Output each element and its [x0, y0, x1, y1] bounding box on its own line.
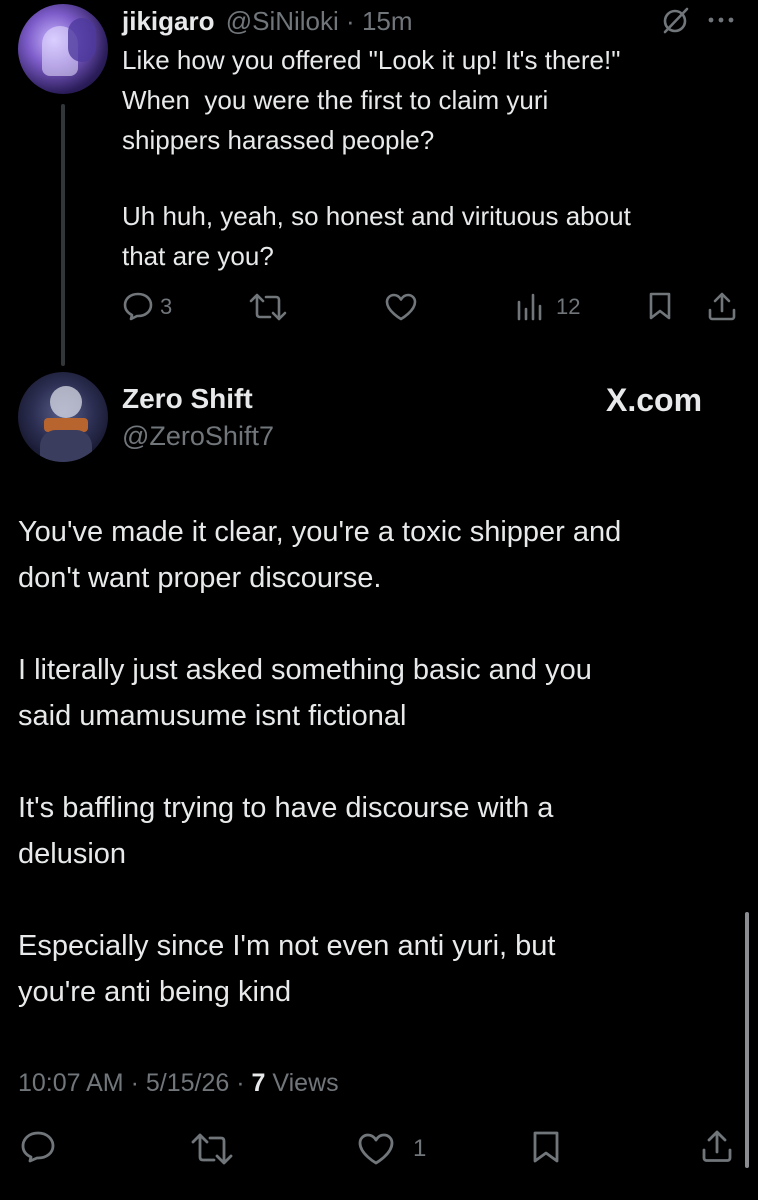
views-icon[interactable] — [515, 292, 545, 322]
meta-separator: · — [236, 1069, 245, 1097]
reply-header: jikigaro @SiNiloki · 15m — [122, 3, 413, 39]
meta-separator: · — [130, 1069, 139, 1097]
reply-icon[interactable] — [122, 291, 154, 321]
grok-icon[interactable] — [660, 6, 690, 36]
more-icon[interactable] — [708, 16, 734, 24]
views-label: Views — [272, 1069, 339, 1097]
reply-text-line: Uh huh, yeah, so honest and virituous ab… — [122, 201, 631, 231]
tweet-date[interactable]: 5/15/26 — [146, 1069, 229, 1097]
tweet-body-line: You've made it clear, you're a toxic shi… — [18, 516, 622, 548]
views-count: 7 — [251, 1069, 266, 1097]
share-icon[interactable] — [706, 290, 738, 322]
tweet-body-line: delusion — [18, 838, 127, 870]
views-count: 12 — [556, 294, 581, 319]
bookmark-icon[interactable] — [532, 1130, 560, 1164]
separator: · — [346, 6, 355, 36]
timestamp[interactable]: 15m — [362, 6, 413, 36]
like-icon[interactable] — [384, 292, 418, 322]
repost-icon[interactable] — [190, 1132, 234, 1166]
bookmark-icon[interactable] — [648, 291, 672, 321]
share-icon[interactable] — [700, 1128, 734, 1164]
reply-text-line: shippers harassed people? — [122, 125, 435, 155]
display-name[interactable]: jikigaro — [122, 6, 214, 36]
tweet-body-line: said umamusume isnt fictional — [18, 700, 407, 732]
reply-text-line: When you were the first to claim yuri — [122, 85, 549, 115]
reply-text-line: that are you? — [122, 241, 274, 271]
repost-icon[interactable] — [248, 292, 288, 322]
tweet-body-line: you're anti being kind — [18, 976, 292, 1008]
tweet-body-line: It's baffling trying to have discourse w… — [18, 792, 554, 824]
tweet-body-line: Especially since I'm not even anti yuri,… — [18, 930, 556, 962]
avatar-zeroshift[interactable] — [18, 372, 108, 462]
tweet-body-line: don't want proper discourse. — [18, 562, 382, 594]
author-name[interactable]: Zero Shift — [122, 381, 253, 417]
like-count: 1 — [413, 1135, 427, 1162]
handle[interactable]: @SiNiloki — [226, 6, 339, 36]
like-icon[interactable] — [357, 1132, 395, 1166]
thread-line — [61, 104, 65, 366]
reply-count: 3 — [160, 294, 173, 319]
tweet-body-line: I literally just asked something basic a… — [18, 654, 592, 686]
reply-text-line: Like how you offered "Look it up! It's t… — [122, 45, 621, 75]
avatar-jikigaro[interactable] — [18, 4, 108, 94]
scrollbar[interactable] — [745, 912, 749, 1168]
tweet-meta: 10:07 AM · 5/15/26 · 7 Views — [18, 1065, 339, 1101]
xcom-badge: X.com — [606, 382, 703, 418]
author-handle[interactable]: @ZeroShift7 — [122, 418, 274, 454]
reply-icon[interactable] — [20, 1130, 56, 1164]
tweet-time[interactable]: 10:07 AM — [18, 1069, 124, 1097]
